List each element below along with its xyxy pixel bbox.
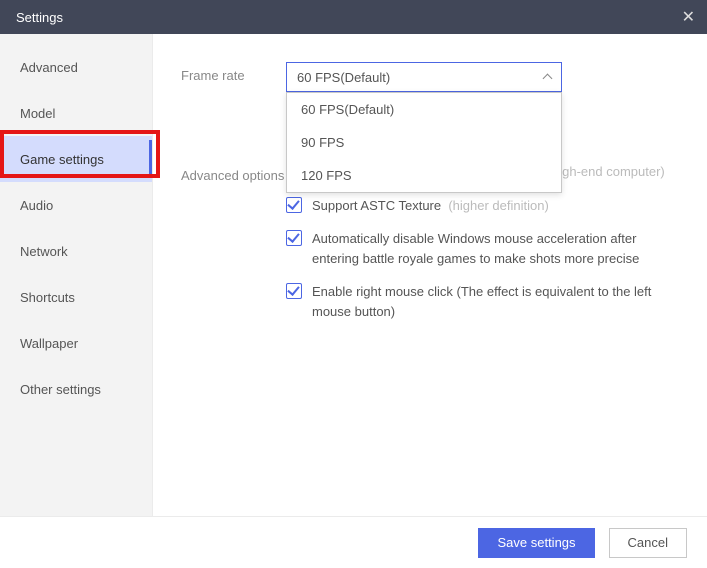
cancel-button[interactable]: Cancel (609, 528, 687, 558)
footer: Save settings Cancel (0, 516, 707, 568)
checkbox-label-right-click: Enable right mouse click (The effect is … (312, 282, 679, 321)
frame-rate-dropdown: 60 FPS(Default) 90 FPS 120 FPS (286, 92, 562, 193)
content-area: Frame rate 60 FPS(Default) 60 FPS(Defaul… (153, 34, 707, 516)
frame-rate-option[interactable]: 120 FPS (287, 159, 561, 192)
sidebar-item-label: Audio (20, 198, 53, 213)
save-button[interactable]: Save settings (478, 528, 594, 558)
sidebar-item-network[interactable]: Network (0, 228, 152, 274)
close-icon[interactable]: ✕ (682, 7, 695, 27)
sidebar-item-label: Advanced (20, 60, 78, 75)
sidebar-item-wallpaper[interactable]: Wallpaper (0, 320, 152, 366)
sidebar-item-model[interactable]: Model (0, 90, 152, 136)
title-bar: Settings ✕ (0, 0, 707, 34)
sidebar-item-shortcuts[interactable]: Shortcuts (0, 274, 152, 320)
sidebar-item-game-settings[interactable]: Game settings (0, 136, 152, 182)
checkbox-astc[interactable] (286, 197, 302, 213)
sidebar-item-advanced[interactable]: Advanced (0, 44, 152, 90)
checkbox-right-click[interactable] (286, 283, 302, 299)
sidebar-item-label: Model (20, 106, 55, 121)
chevron-down-icon (543, 74, 553, 84)
frame-rate-select[interactable]: 60 FPS(Default) (286, 62, 562, 92)
advanced-options-label: Advanced options (181, 162, 286, 183)
frame-rate-label: Frame rate (181, 62, 286, 83)
frame-rate-selected: 60 FPS(Default) (297, 70, 390, 85)
sidebar-item-label: Other settings (20, 382, 101, 397)
sidebar-item-label: Game settings (20, 152, 104, 167)
sidebar-item-other-settings[interactable]: Other settings (0, 366, 152, 412)
frame-rate-option[interactable]: 60 FPS(Default) (287, 93, 561, 126)
frame-rate-option[interactable]: 90 FPS (287, 126, 561, 159)
sidebar-item-label: Network (20, 244, 68, 259)
checkbox-label-mouse-accel: Automatically disable Windows mouse acce… (312, 229, 679, 268)
window-title: Settings (16, 10, 63, 25)
sidebar-item-label: Shortcuts (20, 290, 75, 305)
checkbox-label-astc: Support ASTC Texture (higher definition) (312, 196, 679, 216)
sidebar-item-label: Wallpaper (20, 336, 78, 351)
sidebar: Advanced Model Game settings Audio Netwo… (0, 34, 153, 516)
checkbox-mouse-accel[interactable] (286, 230, 302, 246)
sidebar-item-audio[interactable]: Audio (0, 182, 152, 228)
